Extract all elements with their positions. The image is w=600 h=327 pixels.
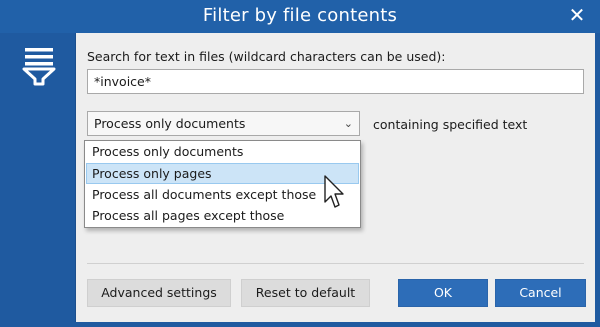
mouse-pointer-icon [324, 175, 344, 208]
filter-dialog: Filter by file contents ✕ Search for tex… [0, 0, 600, 327]
title-bar: Filter by file contents ✕ [0, 0, 600, 33]
option-process-only-pages[interactable]: Process only pages [86, 163, 359, 184]
close-icon[interactable]: ✕ [566, 3, 588, 27]
divider [87, 263, 584, 264]
advanced-settings-button[interactable]: Advanced settings [87, 279, 231, 307]
cancel-button[interactable]: Cancel [495, 279, 586, 307]
sidebar [0, 33, 75, 327]
chevron-down-icon: ⌄ [343, 117, 353, 130]
search-label: Search for text in files (wildcard chara… [87, 49, 446, 64]
mode-select-value: Process only documents [94, 116, 246, 131]
containing-label: containing specified text [373, 117, 528, 132]
search-input[interactable] [87, 69, 584, 94]
mode-select[interactable]: Process only documents ⌄ [87, 111, 360, 136]
dialog-title: Filter by file contents [202, 5, 398, 26]
option-process-all-pages-except[interactable]: Process all pages except those [86, 206, 359, 227]
option-process-all-documents-except[interactable]: Process all documents except those [86, 185, 359, 206]
filter-funnel-icon [22, 48, 56, 86]
reset-to-default-button[interactable]: Reset to default [241, 279, 370, 307]
option-process-only-documents[interactable]: Process only documents [86, 142, 359, 163]
mode-dropdown-list: Process only documents Process only page… [84, 140, 361, 228]
ok-button[interactable]: OK [398, 279, 488, 307]
